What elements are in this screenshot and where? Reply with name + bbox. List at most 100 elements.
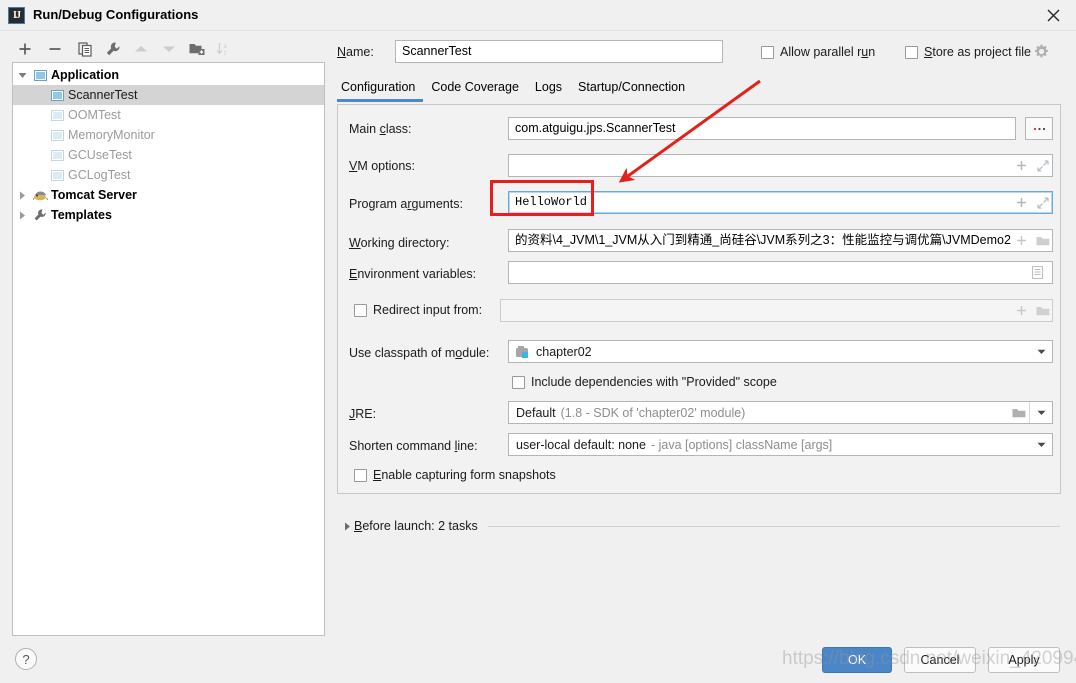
- main-class-input[interactable]: com.atguigu.jps.ScannerTest: [508, 117, 1016, 140]
- cancel-button[interactable]: Cancel: [904, 647, 976, 673]
- plus-icon[interactable]: [1010, 300, 1032, 321]
- folder-add-icon[interactable]: [184, 36, 210, 62]
- tree-node-scannertest[interactable]: ScannerTest: [13, 85, 324, 105]
- name-input[interactable]: ScannerTest: [395, 40, 723, 63]
- tab-code-coverage[interactable]: Code Coverage: [423, 80, 527, 98]
- application-icon: [48, 149, 66, 161]
- allow-parallel-run-label: Allow parallel run: [780, 45, 876, 59]
- configuration-form-panel: Main class: com.atguigu.jps.ScannerTest …: [337, 104, 1061, 494]
- help-button[interactable]: ?: [15, 648, 37, 670]
- program-arguments-label: Program arguments:: [349, 197, 463, 211]
- tree-node-label: GCLogTest: [68, 168, 131, 182]
- enable-capturing-label: Enable capturing form snapshots: [373, 468, 556, 482]
- tree-node-memorymonitor[interactable]: MemoryMonitor: [13, 125, 324, 145]
- sort-alphabetically-button[interactable]: a z: [210, 36, 236, 62]
- folder-icon[interactable]: [1032, 300, 1054, 321]
- tree-node-application[interactable]: Application: [13, 65, 324, 85]
- tab-configuration[interactable]: Configuration: [337, 80, 424, 102]
- shorten-command-line-combobox[interactable]: user-local default: none - java [options…: [508, 433, 1053, 456]
- ok-button[interactable]: OK: [822, 647, 892, 673]
- copy-configuration-button[interactable]: [72, 36, 98, 62]
- allow-parallel-run-checkbox[interactable]: Allow parallel run: [761, 45, 875, 59]
- wrench-icon: [31, 208, 49, 222]
- gear-icon[interactable]: [1034, 44, 1049, 59]
- add-configuration-button[interactable]: [12, 36, 38, 62]
- vm-options-input[interactable]: [508, 154, 1053, 177]
- move-down-button[interactable]: [156, 36, 182, 62]
- program-arguments-buttons: [1010, 192, 1054, 213]
- tree-node-tomcat-server[interactable]: Tomcat Server: [13, 185, 324, 205]
- plus-icon[interactable]: [1010, 192, 1032, 213]
- expand-icon[interactable]: [1032, 192, 1054, 213]
- redirect-input-buttons: [1010, 300, 1054, 321]
- application-icon: [31, 69, 49, 81]
- include-provided-scope-checkbox[interactable]: Include dependencies with "Provided" sco…: [512, 375, 777, 389]
- redirect-input-field[interactable]: [500, 299, 1053, 322]
- chevron-right-icon[interactable]: [340, 522, 354, 531]
- jre-hint: (1.8 - SDK of 'chapter02' module): [560, 405, 746, 420]
- tree-node-label: ScannerTest: [68, 88, 138, 102]
- edit-templates-button[interactable]: [100, 36, 126, 62]
- program-arguments-input[interactable]: HelloWorld: [508, 191, 1053, 214]
- name-label: Name:: [337, 45, 374, 59]
- window-title: Run/Debug Configurations: [33, 7, 199, 22]
- checkbox-box: [354, 468, 367, 482]
- configuration-tabs: Configuration Code Coverage Logs Startup…: [337, 80, 693, 104]
- expand-icon[interactable]: [1032, 155, 1054, 176]
- tree-node-templates[interactable]: Templates: [13, 205, 324, 225]
- plus-icon[interactable]: [1010, 230, 1032, 251]
- chevron-right-icon[interactable]: [13, 211, 31, 220]
- folder-icon[interactable]: [1032, 230, 1054, 251]
- chevron-down-icon[interactable]: [1030, 434, 1052, 455]
- plus-icon[interactable]: [1010, 155, 1032, 176]
- intellij-idea-icon: IJ: [8, 7, 25, 24]
- move-up-button[interactable]: [128, 36, 154, 62]
- tree-node-gclogtest[interactable]: GCLogTest: [13, 165, 324, 185]
- working-directory-buttons: [1010, 230, 1054, 251]
- close-icon[interactable]: [1030, 0, 1076, 30]
- jre-value: Default: [516, 405, 556, 420]
- run-debug-configurations-dialog: IJ Run/Debug Configurations a z Applicat…: [0, 0, 1076, 683]
- tree-node-oomtest[interactable]: OOMTest: [13, 105, 324, 125]
- checkbox-box: [512, 375, 525, 389]
- remove-configuration-button[interactable]: [42, 36, 68, 62]
- before-launch-label[interactable]: Before launch: 2 tasks: [354, 519, 478, 533]
- chevron-down-icon[interactable]: [1030, 341, 1052, 362]
- enable-capturing-checkbox[interactable]: Enable capturing form snapshots: [354, 468, 556, 482]
- folder-icon[interactable]: [1008, 402, 1030, 423]
- chevron-down-icon[interactable]: [13, 71, 31, 80]
- redirect-input-label: Redirect input from:: [373, 303, 483, 317]
- svg-text:a: a: [223, 44, 227, 50]
- apply-button[interactable]: Apply: [988, 647, 1060, 673]
- chevron-down-icon[interactable]: [1030, 402, 1052, 423]
- before-launch-section: Before launch: 2 tasks: [340, 518, 1060, 534]
- configurations-tree[interactable]: Application ScannerTest OOMTest MemoryMo…: [12, 62, 325, 636]
- checkbox-box: [354, 303, 367, 317]
- tree-node-label: OOMTest: [68, 108, 121, 122]
- title-bar: IJ Run/Debug Configurations: [0, 0, 1076, 31]
- list-icon[interactable]: [1026, 262, 1048, 283]
- module-combobox[interactable]: chapter02: [508, 340, 1053, 363]
- environment-variables-input[interactable]: [508, 261, 1053, 284]
- shorten-command-line-label: Shorten command line:: [349, 439, 478, 453]
- redirect-input-checkbox[interactable]: Redirect input from:: [354, 303, 482, 317]
- tree-node-label: GCUseTest: [68, 148, 132, 162]
- shorten-command-line-value: user-local default: none: [516, 437, 646, 452]
- jre-combobox[interactable]: Default (1.8 - SDK of 'chapter02' module…: [508, 401, 1053, 424]
- store-as-project-file-label: Store as project file: [924, 45, 1032, 59]
- environment-variables-label: Environment variables:: [349, 267, 477, 281]
- application-icon: [48, 129, 66, 141]
- vm-options-buttons: [1010, 155, 1054, 176]
- tab-logs[interactable]: Logs: [527, 80, 570, 98]
- main-class-browse-button[interactable]: [1025, 117, 1053, 140]
- tree-node-gcusetest[interactable]: GCUseTest: [13, 145, 324, 165]
- jre-label: JRE:: [349, 407, 377, 421]
- chevron-right-icon[interactable]: [13, 191, 31, 200]
- use-classpath-of-module-label: Use classpath of module:: [349, 346, 490, 360]
- module-value: chapter02: [536, 344, 592, 359]
- working-directory-input[interactable]: 的资料\4_JVM\1_JVM从入门到精通_尚硅谷\JVM系列之3：性能监控与调…: [508, 229, 1053, 252]
- store-as-project-file-checkbox[interactable]: Store as project file: [905, 45, 1031, 59]
- checkbox-box: [905, 45, 918, 59]
- tomcat-icon: [31, 189, 49, 202]
- tab-startup-connection[interactable]: Startup/Connection: [570, 80, 693, 98]
